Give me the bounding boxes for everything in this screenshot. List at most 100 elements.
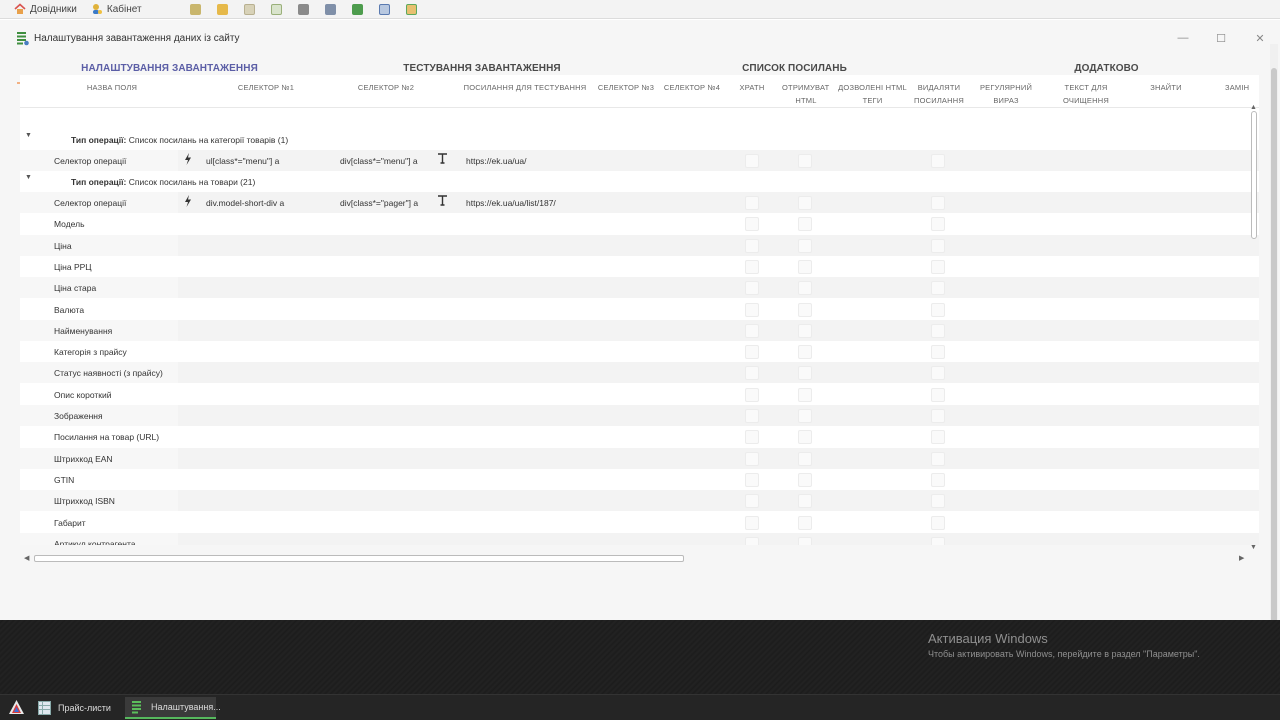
group-row-products[interactable]: ▼ Тип операції: Список посилань на товар… <box>20 171 1259 192</box>
text-format-icon[interactable] <box>437 153 448 164</box>
scrollbar-thumb[interactable] <box>1251 111 1257 239</box>
get-html-checkbox[interactable] <box>798 473 812 487</box>
table-row[interactable]: Ціна РРЦ <box>20 256 1259 277</box>
scroll-right-icon[interactable]: ▶ <box>1239 554 1244 562</box>
hratn-checkbox[interactable] <box>745 217 759 231</box>
selector-2-cell[interactable]: div[class*="menu"] a <box>340 156 418 166</box>
edit-icon[interactable] <box>189 3 201 15</box>
table-row[interactable]: Ціна <box>20 235 1259 256</box>
table-row[interactable]: Габарит <box>20 512 1259 533</box>
collapse-caret-icon[interactable]: ▼ <box>25 174 32 181</box>
column-header-test-url[interactable]: ПОСИЛАННЯ ДЛЯ ТЕСТУВАННЯ <box>460 81 590 94</box>
column-header-allowed-html-tags[interactable]: ДОЗВОЛЕНІ HTML ТЕГИ <box>835 81 910 107</box>
column-header-replace[interactable]: ЗАМІН <box>1212 81 1259 94</box>
table-row[interactable]: Селектор операції div.model-short-div a di… <box>20 192 1259 213</box>
remove-links-checkbox[interactable] <box>931 409 945 423</box>
hratn-checkbox[interactable] <box>745 366 759 380</box>
hratn-checkbox[interactable] <box>745 260 759 274</box>
remove-links-checkbox[interactable] <box>931 452 945 466</box>
get-html-checkbox[interactable] <box>798 239 812 253</box>
remove-links-checkbox[interactable] <box>931 217 945 231</box>
column-header-cleanup-text[interactable]: ТЕКСТ ДЛЯ ОЧИЩЕННЯ <box>1050 81 1122 107</box>
scrollbar-thumb[interactable] <box>1271 68 1277 623</box>
maximize-button[interactable]: ☐ <box>1209 28 1233 48</box>
column-header-field-name[interactable]: НАЗВА ПОЛЯ <box>64 81 160 94</box>
menu-item-cabinet[interactable]: Кабінет <box>91 0 142 19</box>
table-row[interactable]: Ціна стара <box>20 277 1259 298</box>
remove-links-checkbox[interactable] <box>931 494 945 508</box>
hratn-checkbox[interactable] <box>745 345 759 359</box>
get-html-checkbox[interactable] <box>798 281 812 295</box>
get-html-checkbox[interactable] <box>798 452 812 466</box>
close-button[interactable]: ✕ <box>1248 28 1272 48</box>
hratn-checkbox[interactable] <box>745 409 759 423</box>
hratn-checkbox[interactable] <box>745 537 759 545</box>
table-row[interactable]: Валюта <box>20 299 1259 320</box>
group-row-categories[interactable]: ▼ Тип операції: Список посилань на катег… <box>20 129 1259 150</box>
get-html-checkbox[interactable] <box>798 324 812 338</box>
list-icon[interactable] <box>351 3 363 15</box>
get-html-checkbox[interactable] <box>798 345 812 359</box>
column-header-selector-2[interactable]: СЕЛЕКТОР №2 <box>340 81 432 94</box>
table-row[interactable]: Статус наявності (з прайсу) <box>20 362 1259 383</box>
remove-links-checkbox[interactable] <box>931 196 945 210</box>
column-header-regex[interactable]: РЕГУЛЯРНИЙ ВИРАЗ <box>970 81 1042 107</box>
get-html-checkbox[interactable] <box>798 430 812 444</box>
table-row[interactable]: Посилання на товар (URL) <box>20 426 1259 447</box>
column-header-selector-3[interactable]: СЕЛЕКТОР №3 <box>594 81 658 94</box>
scroll-down-icon[interactable]: ▼ <box>1250 544 1257 551</box>
grid-vertical-scrollbar[interactable]: ▲ ▼ <box>1249 104 1259 553</box>
remove-links-checkbox[interactable] <box>931 537 945 545</box>
remove-links-checkbox[interactable] <box>931 388 945 402</box>
column-header-remove-links[interactable]: ВИДАЛЯТИ ПОСИЛАННЯ <box>912 81 966 107</box>
table-row[interactable]: Модель <box>20 213 1259 234</box>
add-document-icon[interactable] <box>378 3 390 15</box>
remove-links-checkbox[interactable] <box>931 345 945 359</box>
start-icon[interactable] <box>8 699 25 716</box>
window-vertical-scrollbar[interactable] <box>1270 44 1278 623</box>
test-url-cell[interactable]: https://ek.ua/ua/ <box>466 156 526 166</box>
table-row[interactable]: Штрихкод ISBN <box>20 490 1259 511</box>
get-html-checkbox[interactable] <box>798 494 812 508</box>
get-html-checkbox[interactable] <box>798 196 812 210</box>
column-header-get-html[interactable]: ОТРИМУВАТИ HTML <box>782 81 830 107</box>
selector-1-cell[interactable]: div.model-short-div a <box>206 198 284 208</box>
document-icon[interactable] <box>243 3 255 15</box>
remove-links-checkbox[interactable] <box>931 516 945 530</box>
book-icon[interactable] <box>324 3 336 15</box>
get-html-checkbox[interactable] <box>798 154 812 168</box>
get-html-checkbox[interactable] <box>798 260 812 274</box>
scrollbar-thumb[interactable] <box>34 555 684 562</box>
hratn-checkbox[interactable] <box>745 516 759 530</box>
get-html-checkbox[interactable] <box>798 303 812 317</box>
remove-links-checkbox[interactable] <box>931 324 945 338</box>
scroll-left-icon[interactable]: ◀ <box>24 554 29 562</box>
remove-links-checkbox[interactable] <box>931 366 945 380</box>
table-row[interactable]: Артикул контрагента <box>20 533 1259 545</box>
get-html-checkbox[interactable] <box>798 409 812 423</box>
remove-links-checkbox[interactable] <box>931 239 945 253</box>
hratn-checkbox[interactable] <box>745 303 759 317</box>
chart-icon[interactable] <box>297 3 309 15</box>
table-row[interactable]: GTIN <box>20 469 1259 490</box>
table-row[interactable]: Найменування <box>20 320 1259 341</box>
column-header-selector-1[interactable]: СЕЛЕКТОР №1 <box>220 81 312 94</box>
lightning-icon[interactable] <box>184 195 192 207</box>
get-html-checkbox[interactable] <box>798 516 812 530</box>
scroll-up-icon[interactable]: ▲ <box>1250 104 1257 111</box>
grid-icon[interactable] <box>405 3 417 15</box>
calendar-icon[interactable] <box>270 3 282 15</box>
get-html-checkbox[interactable] <box>798 537 812 545</box>
hratn-checkbox[interactable] <box>745 452 759 466</box>
minimize-button[interactable]: — <box>1171 28 1195 48</box>
lightning-icon[interactable] <box>184 153 192 165</box>
column-header-find[interactable]: ЗНАЙТИ <box>1132 81 1200 94</box>
hratn-checkbox[interactable] <box>745 196 759 210</box>
selector-1-cell[interactable]: ul[class*="menu"] a <box>206 156 279 166</box>
taskbar-item-price-lists[interactable]: Прайс-листи <box>32 697 117 719</box>
table-row[interactable]: Зображення <box>20 405 1259 426</box>
table-row[interactable]: Категорія з прайсу <box>20 341 1259 362</box>
hratn-checkbox[interactable] <box>745 281 759 295</box>
text-format-icon[interactable] <box>437 195 448 206</box>
selector-2-cell[interactable]: div[class*="pager"] a <box>340 198 418 208</box>
